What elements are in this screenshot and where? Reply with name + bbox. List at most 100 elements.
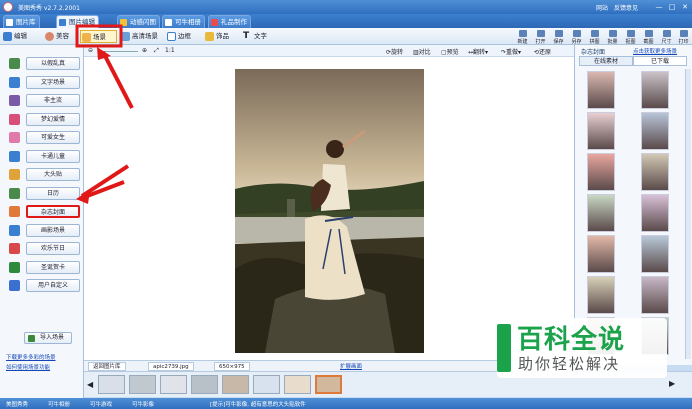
close-button[interactable]: ✕ [680, 2, 690, 12]
scene-category-item[interactable]: 梦幻爱情 [6, 112, 82, 127]
download-more-scenes-link[interactable]: 下载更多多彩的场景 [6, 353, 56, 361]
status-meitu-link[interactable]: 美图秀秀 [6, 400, 28, 408]
scene-category-button[interactable]: 杂志封面 [26, 205, 80, 218]
filmstrip-prev-icon[interactable]: ◀ [87, 380, 93, 389]
back-to-library-button[interactable]: 返回图片库 [88, 362, 126, 371]
scene-category-button[interactable]: 画影场景 [26, 223, 80, 237]
scene-category-item[interactable]: 日历 [6, 186, 82, 201]
template-scrollbar[interactable] [685, 69, 691, 359]
filmstrip-thumbnail[interactable] [160, 375, 187, 394]
template-thumbnail[interactable] [587, 235, 615, 273]
scene-category-button[interactable]: 文字场景 [26, 75, 80, 89]
save-button[interactable]: 保存 [550, 29, 567, 45]
get-more-scenes-link[interactable]: 点击获取更多场景 [633, 47, 677, 55]
zoom-in-icon[interactable]: ⊕ [142, 47, 147, 54]
zoom-out-icon[interactable]: ⊖ [88, 47, 93, 54]
fit-icon[interactable]: ⤢ [154, 47, 159, 55]
scene-category-button[interactable]: 非主流 [26, 94, 80, 107]
filmstrip-thumbnail[interactable] [129, 375, 156, 394]
scene-category-item[interactable]: 可爱女生 [6, 130, 82, 145]
tab-picture-edit[interactable]: 图片编辑 [56, 15, 99, 28]
flip-button[interactable]: ↔翻转▾ [468, 47, 488, 56]
scene-category-item[interactable]: 以假乱真 [6, 56, 82, 71]
scene-category-button[interactable]: 梦幻爱情 [26, 112, 80, 126]
tab-downloaded[interactable]: 已下载 [633, 56, 687, 66]
zoom-level[interactable]: 1:1 [165, 47, 175, 54]
save-as-button[interactable]: 另存 [568, 29, 585, 45]
import-scene-button[interactable]: 导入场景 [24, 332, 72, 344]
toolbar-frame[interactable]: 边框 [166, 30, 191, 43]
toolbar-hd-scene[interactable]: 高清场景 [120, 30, 158, 43]
scene-category-button[interactable]: 以假乱真 [26, 57, 80, 70]
tab-picture-library[interactable]: 图片库 [3, 15, 40, 28]
maximize-button[interactable]: □ [667, 2, 677, 12]
title-links[interactable]: 网站 反馈意见 [596, 3, 638, 12]
scene-category-item[interactable]: 画影场景 [6, 223, 82, 238]
zoom-slider[interactable] [98, 51, 138, 52]
status-album-link[interactable]: 可牛相册 [48, 400, 70, 408]
template-thumbnail[interactable] [641, 235, 669, 273]
template-thumbnail[interactable] [587, 71, 615, 109]
tab-flash[interactable]: 动感闪图 [117, 15, 160, 28]
preview-button[interactable]: ▢预览 [441, 47, 459, 56]
scene-category-item[interactable]: 卡通儿童 [6, 149, 82, 164]
status-image-link[interactable]: 可牛影像 [132, 400, 154, 408]
filmstrip-next-icon[interactable]: ▶ [669, 379, 675, 388]
filmstrip-thumbnail[interactable] [98, 375, 125, 394]
scene-category-item[interactable]: 大头贴 [6, 167, 82, 182]
size-button[interactable]: 尺寸 [658, 29, 675, 45]
how-to-use-scenes-link[interactable]: 如何使用场景功能 [6, 363, 50, 371]
rotate-button[interactable]: ⟳旋转 [386, 47, 403, 56]
toolbar-accessory[interactable]: 饰品 [204, 30, 229, 43]
tab-album[interactable]: 可牛相册 [162, 15, 205, 28]
template-thumbnail[interactable] [641, 153, 669, 191]
scene-category-item[interactable]: 用户自定义 [6, 278, 82, 293]
toolbar-scene[interactable]: 场景 [80, 30, 117, 43]
feedback-link[interactable]: 反馈意见 [614, 5, 638, 12]
filmstrip-thumbnail[interactable] [284, 375, 311, 394]
extend-canvas-link[interactable]: 扩展画面 [340, 362, 362, 370]
toolbar-text[interactable]: T 文字 [242, 30, 267, 43]
toolbar-beauty[interactable]: 美容 [44, 30, 69, 43]
tab-gift[interactable]: 礼品制作 [208, 15, 251, 28]
compare-button[interactable]: ▥对比 [413, 47, 431, 56]
collage-button[interactable]: 拼图 [586, 29, 603, 45]
scene-category-button[interactable]: 大头贴 [26, 168, 80, 181]
scene-category-item[interactable]: 圣诞贺卡 [6, 260, 82, 275]
screenshot-button[interactable]: 截图 [640, 29, 657, 45]
scene-category-button[interactable]: 用户自定义 [26, 279, 80, 292]
tab-online-material[interactable]: 在线素材 [579, 56, 633, 66]
template-thumbnail[interactable] [641, 71, 669, 109]
cutout-button[interactable]: 抠图 [622, 29, 639, 45]
filmstrip-thumbnail[interactable] [315, 375, 342, 394]
photo-canvas[interactable] [235, 69, 424, 353]
template-thumbnail[interactable] [587, 194, 615, 232]
status-game-link[interactable]: 可牛游戏 [90, 400, 112, 408]
template-thumbnail[interactable] [641, 276, 669, 314]
toolbar-edit[interactable]: 编辑 [2, 30, 27, 43]
template-thumbnail[interactable] [587, 112, 615, 150]
redo-button[interactable]: ↷重做▾ [501, 47, 521, 56]
website-link[interactable]: 网站 [596, 5, 608, 12]
minimize-button[interactable]: — [654, 2, 664, 12]
scene-category-button[interactable]: 卡通儿童 [26, 149, 80, 163]
batch-button[interactable]: 批量 [604, 29, 621, 45]
scene-category-item[interactable]: 文字场景 [6, 75, 82, 90]
scene-category-button[interactable]: 欢乐节日 [26, 242, 80, 255]
template-thumbnail[interactable] [587, 153, 615, 191]
scene-category-item[interactable]: 欢乐节日 [6, 241, 82, 256]
template-thumbnail[interactable] [641, 112, 669, 150]
template-thumbnail[interactable] [641, 194, 669, 232]
filmstrip-thumbnail[interactable] [222, 375, 249, 394]
print-button[interactable]: 打印 [675, 29, 692, 45]
restore-button[interactable]: ⟲还原 [534, 47, 551, 56]
template-thumbnail[interactable] [587, 276, 615, 314]
scene-category-button[interactable]: 日历 [26, 186, 80, 200]
scene-category-item[interactable]: 非主流 [6, 93, 82, 108]
new-button[interactable]: 新建 [514, 29, 531, 45]
open-button[interactable]: 打开 [532, 29, 549, 45]
scene-category-item[interactable]: 杂志封面 [6, 204, 82, 219]
filmstrip-thumbnail[interactable] [253, 375, 280, 394]
filmstrip-thumbnail[interactable] [191, 375, 218, 394]
scene-category-button[interactable]: 可爱女生 [26, 131, 80, 144]
